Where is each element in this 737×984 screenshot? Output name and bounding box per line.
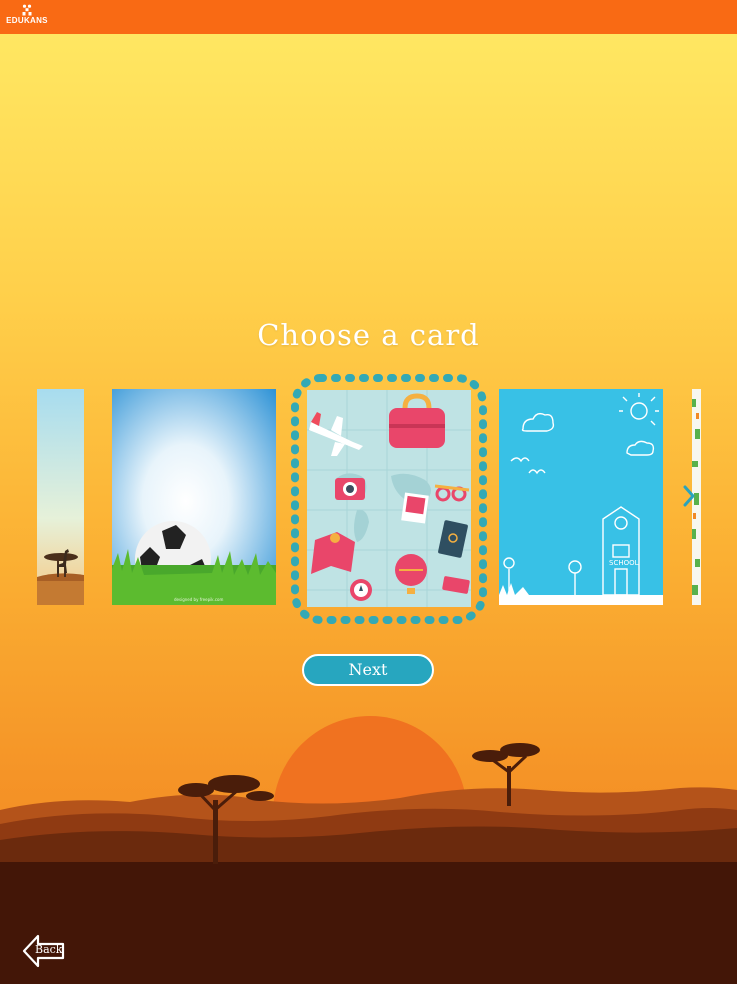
selection-highlight [291,374,487,624]
chevron-right-icon[interactable] [682,484,696,508]
top-bar: EDUKANS [0,0,737,34]
back-button[interactable]: Back [21,931,67,971]
savanna-landscape [0,716,737,984]
card-savanna-giraffe[interactable] [37,389,84,605]
back-button-label: Back [35,943,63,956]
edukans-logo[interactable]: EDUKANS [4,4,50,30]
card-school-doodle[interactable]: SCHOOL [499,389,663,605]
logo-text: EDUKANS [6,16,48,25]
page-title: Choose a card [257,318,480,352]
next-button[interactable]: Next [302,654,434,686]
edukans-figure-icon [22,4,32,16]
freepik-credit: designed by freepik.com [174,597,223,602]
card-soccer-ball[interactable]: designed by freepik.com [112,389,276,605]
svg-text:SCHOOL: SCHOOL [609,559,639,567]
